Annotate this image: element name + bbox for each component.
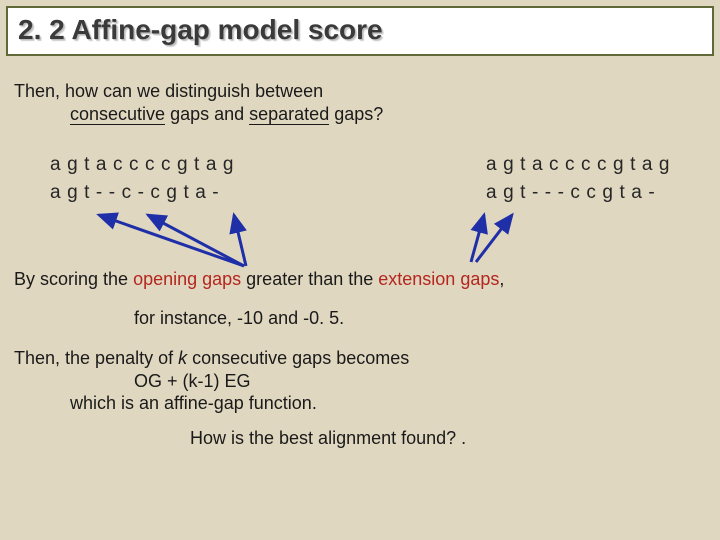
intro-text: Then, how can we distinguish between con… [14, 80, 706, 125]
instance-line: for instance, -10 and -0. 5. [14, 307, 706, 330]
alignment-left: agtaccccgtag agt--c-cgta- [50, 151, 240, 206]
body: Then, how can we distinguish between con… [0, 56, 720, 449]
title-box: 2. 2 Affine-gap model score [6, 6, 714, 56]
penalty-formula: OG + (k-1) EG [14, 370, 706, 393]
alignment-right: agtaccccgtag agt---ccgta- [486, 151, 676, 206]
word-separated: separated [249, 104, 329, 125]
intro-line-2: consecutive gaps and separated gaps? [14, 103, 706, 126]
penalty-block: Then, the penalty of k consecutive gaps … [14, 347, 706, 415]
align-right-seq2: agt---ccgta- [486, 182, 661, 203]
align-left-seq2: agt--c-cgta- [50, 182, 225, 203]
word-consecutive: consecutive [70, 104, 165, 125]
align-right-seq1: agtaccccgtag [486, 154, 676, 175]
opening-gaps-label: opening gaps [133, 269, 241, 289]
penalty-line-3: which is an affine-gap function. [14, 392, 706, 415]
italic-k: k [178, 348, 187, 368]
page-title: 2. 2 Affine-gap model score [18, 14, 702, 46]
closing-question: How is the best alignment found? . [14, 427, 706, 450]
arrow-annotations [14, 212, 706, 268]
intro-line-1: Then, how can we distinguish between [14, 80, 706, 103]
penalty-line-1: Then, the penalty of k consecutive gaps … [14, 347, 706, 370]
alignments-row: agtaccccgtag agt--c-cgta- agtaccccgtag a… [14, 151, 706, 206]
extension-gaps-label: extension gaps [378, 269, 499, 289]
align-left-seq1: agtaccccgtag [50, 154, 240, 175]
